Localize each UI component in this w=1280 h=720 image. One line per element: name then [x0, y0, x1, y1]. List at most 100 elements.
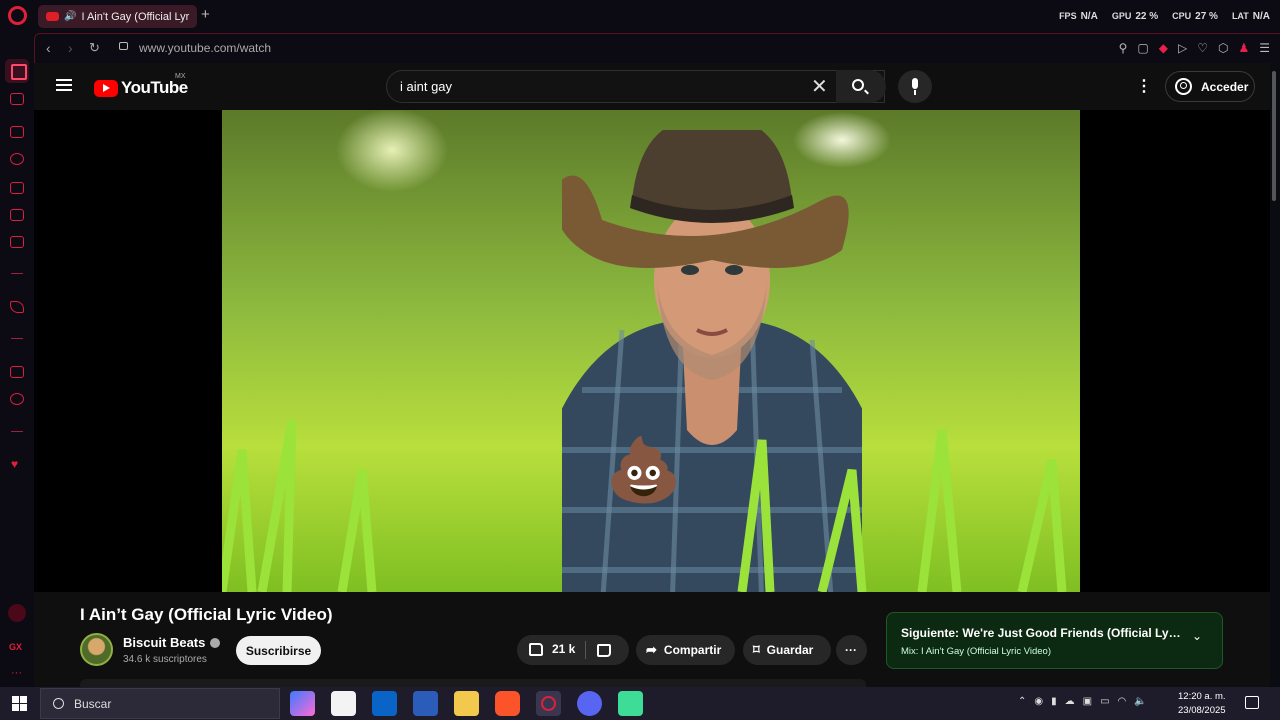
taskbar-clock[interactable]: 12:20 a. m. 23/08/2025	[1178, 690, 1226, 718]
speaker-icon[interactable]: 🔊	[64, 11, 76, 22]
taskbar-apps	[290, 691, 643, 716]
back-icon[interactable]: ‹	[46, 40, 51, 56]
url-field[interactable]: www.youtube.com/watch	[139, 41, 271, 55]
settings-kebab-icon[interactable]: ⋮	[1136, 76, 1152, 96]
channel-name[interactable]: Biscuit Beats	[123, 635, 221, 650]
opera-gx-taskbar-icon[interactable]	[536, 691, 561, 716]
aria-icon[interactable]	[10, 301, 24, 313]
sidebar-separator	[11, 338, 23, 339]
word-icon[interactable]	[413, 691, 438, 716]
search-box[interactable]: i aint gay ✕	[386, 70, 885, 103]
autoplay-next-card[interactable]: Siguiente: We're Just Good Friends (Offi…	[886, 612, 1223, 669]
tray-app-icon[interactable]: ▣	[1083, 696, 1092, 707]
tray-app-icon[interactable]: ▮	[1051, 696, 1057, 707]
pocket-icon[interactable]: ◆	[1159, 41, 1168, 55]
play-icon[interactable]: ▷	[1178, 41, 1187, 55]
more-actions-button[interactable]: ···	[836, 635, 867, 665]
like-dislike-group: 21 k	[517, 635, 629, 665]
video-title: I Ain’t Gay (Official Lyric Video)	[80, 605, 333, 624]
share-arrow-icon: ➦	[646, 642, 657, 657]
description-box-top[interactable]	[80, 679, 866, 687]
copilot-icon[interactable]	[290, 691, 315, 716]
wifi-icon[interactable]: ◠	[1118, 696, 1127, 707]
lock-icon[interactable]	[119, 42, 128, 50]
battery-icon[interactable]: ▭	[1100, 696, 1109, 707]
microsoft-store-icon[interactable]	[331, 691, 356, 716]
menu-hamburger-icon[interactable]	[56, 79, 72, 91]
search-button[interactable]	[836, 70, 886, 103]
page-scrollbar[interactable]	[1272, 71, 1276, 201]
file-explorer-icon[interactable]	[454, 691, 479, 716]
channel-avatar[interactable]	[80, 633, 113, 666]
messenger-icon[interactable]	[10, 209, 24, 221]
chevron-up-icon[interactable]: ⌃	[1018, 696, 1026, 707]
android-studio-icon[interactable]	[618, 691, 643, 716]
like-separator	[585, 641, 586, 659]
next-video-title[interactable]: Siguiente: We're Just Good Friends (Offi…	[901, 626, 1181, 640]
clear-search-icon[interactable]: ✕	[811, 74, 828, 99]
thumbs-down-icon[interactable]	[597, 644, 611, 657]
sign-in-button[interactable]: Acceder	[1165, 71, 1255, 102]
notifications-icon[interactable]	[1245, 696, 1259, 709]
chevron-down-icon[interactable]: ⌄	[1192, 629, 1202, 643]
heart-icon[interactable]: ♡	[1197, 41, 1208, 55]
windows-taskbar: Buscar ⌃ ◉ ▮ ☁ ▣ ▭ ◠ 🔈 12:20 a. m. 23/08…	[0, 687, 1280, 720]
discord-icon[interactable]	[577, 691, 602, 716]
opera-gx-logo-icon[interactable]	[8, 6, 27, 25]
stat-gpu: GPU 22 %	[1111, 11, 1159, 22]
stat-fps: FPS N/A	[1059, 11, 1098, 22]
gx-label[interactable]: GX	[9, 642, 22, 652]
favorites-heart-icon[interactable]: ♥	[11, 457, 18, 471]
subscribe-button[interactable]: Suscribirse	[236, 636, 321, 665]
sidebar-more-icon[interactable]: ···	[11, 667, 22, 679]
youtube-play-logo-icon	[94, 79, 118, 97]
tab-youtube-video[interactable]: 🔊 I Ain't Gay (Official Lyr	[38, 5, 197, 28]
brave-browser-icon[interactable]	[495, 691, 520, 716]
next-playlist-label: Mix: I Ain't Gay (Official Lyric Video)	[901, 646, 1051, 657]
voice-search-mic-icon[interactable]	[898, 70, 932, 103]
share-button[interactable]: ➦ Compartir	[636, 635, 735, 665]
video-player[interactable]: 💩	[34, 110, 1270, 592]
sidebar-separator	[11, 431, 23, 432]
gx-mods-icon[interactable]	[10, 182, 24, 194]
video-frame[interactable]: 💩	[222, 110, 1080, 592]
search-input[interactable]: i aint gay	[400, 79, 452, 94]
forward-icon[interactable]: ›	[68, 40, 73, 56]
save-button[interactable]: ⌑ Guardar	[743, 635, 831, 665]
new-tab-button[interactable]: +	[201, 6, 210, 23]
settings-dot-icon[interactable]	[8, 604, 26, 622]
onedrive-icon[interactable]: ☁	[1065, 696, 1075, 707]
windows-start-icon[interactable]	[12, 696, 27, 711]
youtube-wordmark: YouTube	[121, 78, 188, 97]
youtube-logo[interactable]: YouTube MX	[94, 73, 188, 98]
search-icon	[852, 79, 864, 91]
youtube-header: YouTube MX i aint gay ✕ ⋮ Acceder	[34, 63, 1270, 110]
gx-cleaner-icon[interactable]	[10, 153, 24, 165]
like-button[interactable]: 21 k	[529, 642, 575, 656]
home-icon[interactable]	[5, 59, 29, 83]
address-bar: ‹ › ↻ www.youtube.com/watch ⚲ ▢ ◆ ▷ ♡ ⬡ …	[34, 33, 1280, 63]
stat-lat: LAT N/A	[1231, 11, 1270, 22]
toolbar-icons: ⚲ ▢ ◆ ▷ ♡ ⬡ ♟ ☰	[1119, 41, 1270, 55]
region-code: MX	[175, 73, 186, 80]
tab-title: I Ain't Gay (Official Lyr	[81, 10, 190, 23]
subscriber-count: 34.6 k suscriptores	[123, 654, 207, 665]
gx-corner-icon[interactable]	[10, 126, 24, 138]
pin-icon[interactable]: ⚲	[1119, 41, 1128, 55]
sign-in-label: Acceder	[1201, 79, 1249, 94]
gx-control-icon[interactable]	[10, 93, 24, 105]
music-icon[interactable]	[10, 236, 24, 248]
taskbar-search[interactable]: Buscar	[40, 688, 280, 719]
account-icon	[1175, 78, 1192, 95]
reload-icon[interactable]: ↻	[89, 40, 100, 56]
whatsapp-icon[interactable]	[10, 393, 24, 405]
easy-setup-icon[interactable]: ☰	[1259, 41, 1270, 55]
search-icon	[53, 698, 64, 709]
extensions-icon[interactable]: ⬡	[1218, 41, 1228, 55]
twitch-icon[interactable]	[10, 366, 24, 378]
snapshot-icon[interactable]: ▢	[1137, 41, 1148, 55]
volume-icon[interactable]: 🔈	[1134, 696, 1146, 707]
tray-app-icon[interactable]: ◉	[1034, 696, 1043, 707]
profile-icon[interactable]: ♟	[1238, 41, 1249, 55]
outlook-icon[interactable]	[372, 691, 397, 716]
